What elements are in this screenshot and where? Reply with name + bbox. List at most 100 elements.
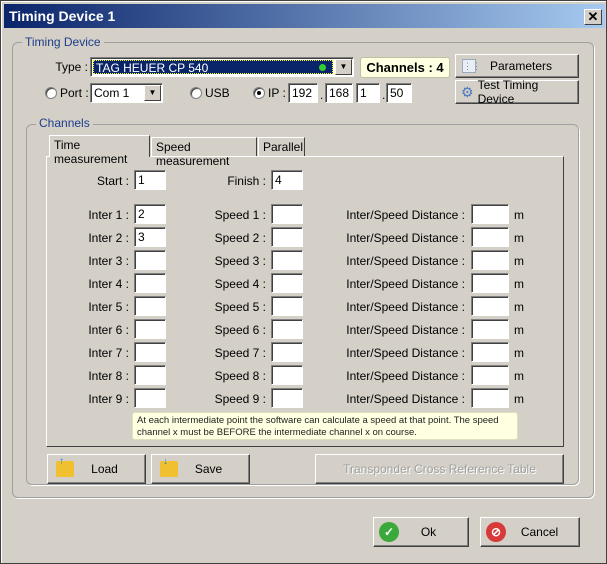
- test-timing-device-button[interactable]: ⚙ Test Timing Device: [455, 78, 579, 106]
- type-select-value: TAG HEUER CP 540: [93, 60, 333, 75]
- speed-label-5: Speed 5 :: [214, 300, 266, 314]
- close-button[interactable]: ✕: [584, 9, 602, 25]
- hint-tooltip: At each intermediate point the software …: [132, 412, 518, 440]
- folder-save-icon: ↓: [160, 456, 178, 477]
- parameters-label: Parameters: [489, 59, 553, 73]
- distance-input-6[interactable]: [471, 319, 509, 339]
- load-label: Load: [91, 462, 118, 476]
- window-title: Timing Device 1: [9, 8, 116, 24]
- distance-input-5[interactable]: [471, 296, 509, 316]
- distance-label-4: Inter/Speed Distance :: [346, 277, 465, 291]
- speed-label-7: Speed 7 :: [214, 346, 266, 360]
- parameters-icon: ⋮⋮: [462, 59, 481, 73]
- ip-octet-2[interactable]: 168: [325, 83, 353, 103]
- distance-unit-9: m: [514, 392, 524, 406]
- ip-dot: .: [320, 88, 324, 102]
- speed-input-2[interactable]: [271, 227, 303, 247]
- ip-octet-4[interactable]: 50: [386, 83, 412, 103]
- save-button[interactable]: ↓ Save: [151, 454, 250, 484]
- folder-open-icon: ↑: [56, 456, 74, 477]
- parameters-button[interactable]: ⋮⋮ Parameters: [455, 54, 579, 78]
- speed-input-6[interactable]: [271, 319, 303, 339]
- port-select-value: Com 1: [94, 86, 130, 100]
- distance-unit-1: m: [514, 208, 524, 222]
- distance-input-8[interactable]: [471, 365, 509, 385]
- port-select[interactable]: Com 1 ▼: [90, 83, 163, 103]
- port-label: Port :: [60, 86, 89, 100]
- tab-speed-measurement[interactable]: Speed measurement: [151, 137, 257, 168]
- type-select[interactable]: TAG HEUER CP 540 ▼: [90, 57, 354, 77]
- port-radio[interactable]: [45, 87, 57, 99]
- inter-input-2[interactable]: 3: [134, 227, 166, 247]
- distance-label-6: Inter/Speed Distance :: [346, 323, 465, 337]
- inter-input-4[interactable]: [134, 273, 166, 293]
- usb-label: USB: [205, 86, 230, 100]
- chevron-down-icon[interactable]: ▼: [335, 59, 352, 75]
- inter-label-9: Inter 9 :: [88, 392, 129, 406]
- speed-input-8[interactable]: [271, 365, 303, 385]
- channels-group-label: Channels: [36, 116, 93, 130]
- type-label: Type :: [55, 60, 88, 74]
- usb-radio[interactable]: [190, 87, 202, 99]
- inter-label-5: Inter 5 :: [88, 300, 129, 314]
- distance-input-3[interactable]: [471, 250, 509, 270]
- distance-input-9[interactable]: [471, 388, 509, 408]
- inter-label-7: Inter 7 :: [88, 346, 129, 360]
- speed-label-9: Speed 9 :: [214, 392, 266, 406]
- transponder-cross-reference-button[interactable]: Transponder Cross Reference Table: [315, 454, 564, 484]
- ip-dot: .: [382, 88, 386, 102]
- distance-unit-5: m: [514, 300, 524, 314]
- ip-radio[interactable]: [253, 87, 265, 99]
- ip-octet-3[interactable]: 1: [356, 83, 380, 103]
- speed-input-9[interactable]: [271, 388, 303, 408]
- title-bar[interactable]: Timing Device 1 ✕: [4, 4, 605, 28]
- finish-input[interactable]: 4: [271, 170, 303, 190]
- speed-input-3[interactable]: [271, 250, 303, 270]
- inter-label-1: Inter 1 :: [88, 208, 129, 222]
- distance-input-7[interactable]: [471, 342, 509, 362]
- chevron-down-icon[interactable]: ▼: [144, 85, 161, 101]
- distance-label-5: Inter/Speed Distance :: [346, 300, 465, 314]
- distance-unit-2: m: [514, 231, 524, 245]
- inter-input-8[interactable]: [134, 365, 166, 385]
- inter-label-6: Inter 6 :: [88, 323, 129, 337]
- speed-input-7[interactable]: [271, 342, 303, 362]
- distance-label-2: Inter/Speed Distance :: [346, 231, 465, 245]
- speed-label-6: Speed 6 :: [214, 323, 266, 337]
- inter-input-7[interactable]: [134, 342, 166, 362]
- inter-input-9[interactable]: [134, 388, 166, 408]
- start-input[interactable]: 1: [134, 170, 166, 190]
- distance-label-3: Inter/Speed Distance :: [346, 254, 465, 268]
- distance-label-1: Inter/Speed Distance :: [346, 208, 465, 222]
- ip-octet-1[interactable]: 192: [288, 83, 318, 103]
- inter-input-3[interactable]: [134, 250, 166, 270]
- distance-unit-7: m: [514, 346, 524, 360]
- speed-input-5[interactable]: [271, 296, 303, 316]
- start-label: Start :: [96, 174, 129, 188]
- distance-input-2[interactable]: [471, 227, 509, 247]
- speed-label-8: Speed 8 :: [214, 369, 266, 383]
- load-button[interactable]: ↑ Load: [47, 454, 146, 484]
- ok-button[interactable]: ✓ Ok: [373, 517, 469, 547]
- speed-input-1[interactable]: [271, 204, 303, 224]
- distance-unit-3: m: [514, 254, 524, 268]
- timing-device-group-label: Timing Device: [22, 35, 104, 49]
- save-label: Save: [194, 462, 223, 476]
- cancel-button[interactable]: ⊘ Cancel: [480, 517, 580, 547]
- inter-input-5[interactable]: [134, 296, 166, 316]
- distance-input-1[interactable]: [471, 204, 509, 224]
- gear-icon: ⚙: [461, 83, 474, 100]
- distance-input-4[interactable]: [471, 273, 509, 293]
- inter-input-6[interactable]: [134, 319, 166, 339]
- inter-input-1[interactable]: 2: [134, 204, 166, 224]
- inter-label-4: Inter 4 :: [88, 277, 129, 291]
- cancel-icon: ⊘: [486, 522, 506, 542]
- speed-label-1: Speed 1 :: [214, 208, 266, 222]
- cancel-label: Cancel: [520, 525, 559, 539]
- distance-unit-6: m: [514, 323, 524, 337]
- speed-input-4[interactable]: [271, 273, 303, 293]
- ip-label: IP :: [268, 86, 286, 100]
- inter-label-2: Inter 2 :: [88, 231, 129, 245]
- tab-parallel[interactable]: Parallel: [258, 137, 305, 157]
- tab-time-measurement[interactable]: Time measurement: [49, 135, 150, 166]
